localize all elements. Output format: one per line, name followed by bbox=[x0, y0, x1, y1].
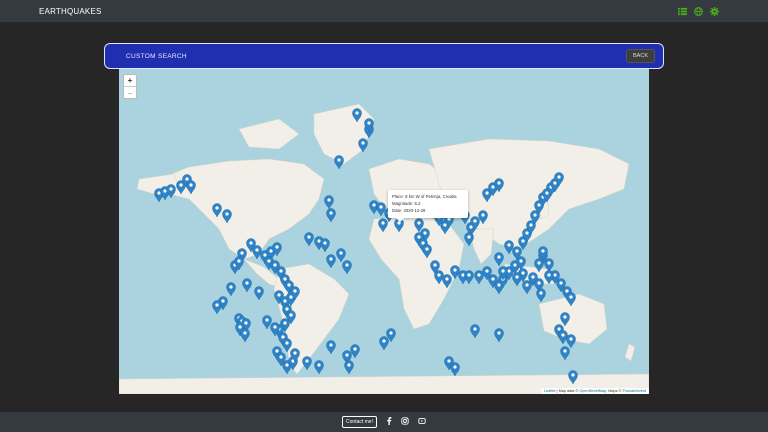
footer: Contact me! bbox=[0, 412, 768, 432]
popup-date: Date: 2020-12-28 bbox=[392, 208, 426, 213]
osm-link[interactable]: OpenStreetMap bbox=[579, 389, 606, 393]
earthquake-marker[interactable] bbox=[560, 346, 570, 361]
attribution-map-data: | Map data © bbox=[555, 389, 580, 393]
earthquake-marker[interactable] bbox=[470, 324, 480, 339]
earthquake-marker[interactable] bbox=[166, 184, 176, 199]
search-panel-header: CUSTOM SEARCH BACK bbox=[104, 43, 664, 69]
earthquake-marker[interactable] bbox=[320, 238, 330, 253]
popup-place: Place: 8 km W of Petrinja, Croatia bbox=[392, 194, 457, 199]
list-icon[interactable] bbox=[678, 7, 687, 16]
youtube-icon[interactable] bbox=[418, 417, 426, 427]
earthquake-marker[interactable] bbox=[344, 360, 354, 375]
earthquake-popup: Place: 8 km W of Petrinja, Croatia Magni… bbox=[388, 190, 468, 222]
contact-button[interactable]: Contact me! bbox=[342, 416, 377, 428]
earthquake-marker[interactable] bbox=[240, 328, 250, 343]
instagram-icon[interactable] bbox=[401, 417, 409, 427]
earthquake-marker[interactable] bbox=[522, 280, 532, 295]
brand-title[interactable]: EARTHQUAKES bbox=[39, 7, 102, 16]
thunderforest-link[interactable]: Thunderforest bbox=[622, 389, 646, 393]
earthquake-marker[interactable] bbox=[464, 270, 474, 285]
earthquake-marker[interactable] bbox=[536, 288, 546, 303]
attribution-imagery: , Maps © bbox=[606, 389, 623, 393]
earthquake-marker[interactable] bbox=[379, 336, 389, 351]
earthquake-marker[interactable] bbox=[262, 315, 272, 330]
earthquake-marker[interactable] bbox=[558, 330, 568, 345]
popup-magnitude: Magnitude: 5.2 bbox=[392, 201, 421, 206]
earthquake-marker[interactable] bbox=[512, 272, 522, 287]
panel-title: CUSTOM SEARCH bbox=[126, 52, 187, 60]
earthquake-marker[interactable] bbox=[324, 195, 334, 210]
earthquake-marker[interactable] bbox=[314, 360, 324, 375]
earthquake-map[interactable]: + − Place: 8 km W of Petrinja, Croatia M… bbox=[119, 69, 649, 394]
zoom-in-button[interactable]: + bbox=[124, 75, 136, 87]
nav-icons bbox=[678, 6, 719, 16]
earthquake-marker[interactable] bbox=[326, 208, 336, 223]
earthquake-marker[interactable] bbox=[242, 278, 252, 293]
earthquake-marker[interactable] bbox=[304, 232, 314, 247]
earthquake-marker[interactable] bbox=[450, 362, 460, 377]
earthquake-marker[interactable] bbox=[212, 300, 222, 315]
earthquake-marker[interactable] bbox=[226, 282, 236, 297]
earthquake-marker[interactable] bbox=[494, 328, 504, 343]
earthquake-marker[interactable] bbox=[504, 240, 514, 255]
earthquake-marker[interactable] bbox=[336, 248, 346, 263]
earthquake-marker[interactable] bbox=[494, 252, 504, 267]
globe-icon[interactable] bbox=[694, 6, 703, 16]
earthquake-marker[interactable] bbox=[464, 232, 474, 247]
earthquake-marker[interactable] bbox=[474, 270, 484, 285]
earthquake-marker[interactable] bbox=[302, 356, 312, 371]
map-base-layer bbox=[119, 103, 649, 394]
earthquake-marker[interactable] bbox=[566, 334, 576, 349]
facebook-icon[interactable] bbox=[386, 417, 392, 427]
earthquake-marker[interactable] bbox=[342, 260, 352, 275]
earthquake-marker[interactable] bbox=[350, 344, 360, 359]
navbar: EARTHQUAKES bbox=[0, 0, 768, 22]
earthquake-marker[interactable] bbox=[326, 340, 336, 355]
zoom-out-button[interactable]: − bbox=[124, 87, 136, 99]
earthquake-marker[interactable] bbox=[334, 155, 344, 170]
leaflet-link[interactable]: Leaflet bbox=[544, 389, 555, 393]
earthquake-marker[interactable] bbox=[252, 245, 262, 260]
zoom-control: + − bbox=[123, 74, 137, 99]
earthquake-marker[interactable] bbox=[254, 286, 264, 301]
map-attribution: Leaflet | Map data © OpenStreetMap, Maps… bbox=[541, 388, 649, 394]
earthquake-marker[interactable] bbox=[326, 254, 336, 269]
back-button[interactable]: BACK bbox=[626, 49, 655, 63]
gear-icon[interactable] bbox=[710, 6, 719, 16]
earthquake-marker[interactable] bbox=[376, 202, 386, 217]
